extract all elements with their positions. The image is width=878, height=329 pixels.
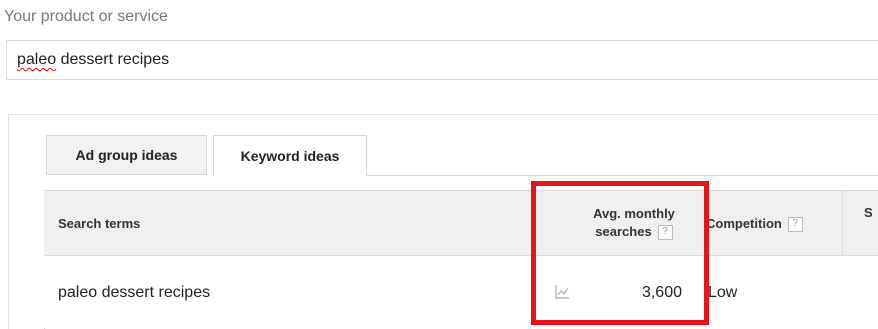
competition-value: Low <box>708 284 738 301</box>
tab-bar-divider <box>367 175 878 176</box>
product-service-value-rest: dessert recipes <box>56 51 170 68</box>
keyword-term: paleo dessert recipes <box>58 284 211 301</box>
table-header-row: Search terms Avg. monthly searches? Comp… <box>44 191 878 256</box>
highlight-box <box>531 181 709 325</box>
table-row[interactable]: paleo dessert recipes 3,600 Low <box>44 256 878 328</box>
product-field-label: Your product or service <box>4 8 168 25</box>
competition-label: Competition <box>706 216 782 231</box>
column-header-search-terms[interactable]: Search terms <box>58 216 140 231</box>
misspelled-word: paleo <box>17 51 57 68</box>
tab-ad-group-ideas[interactable]: Ad group ideas <box>46 135 207 175</box>
tab-keyword-ideas[interactable]: Keyword ideas <box>213 135 367 176</box>
product-service-input[interactable]: paleo dessert recipes <box>6 40 878 80</box>
column-header-suggested-bid[interactable]: S <box>864 205 873 220</box>
help-icon[interactable]: ? <box>787 217 803 233</box>
product-service-value: paleo dessert recipes <box>17 51 169 69</box>
column-header-competition[interactable]: Competition? <box>706 216 803 233</box>
